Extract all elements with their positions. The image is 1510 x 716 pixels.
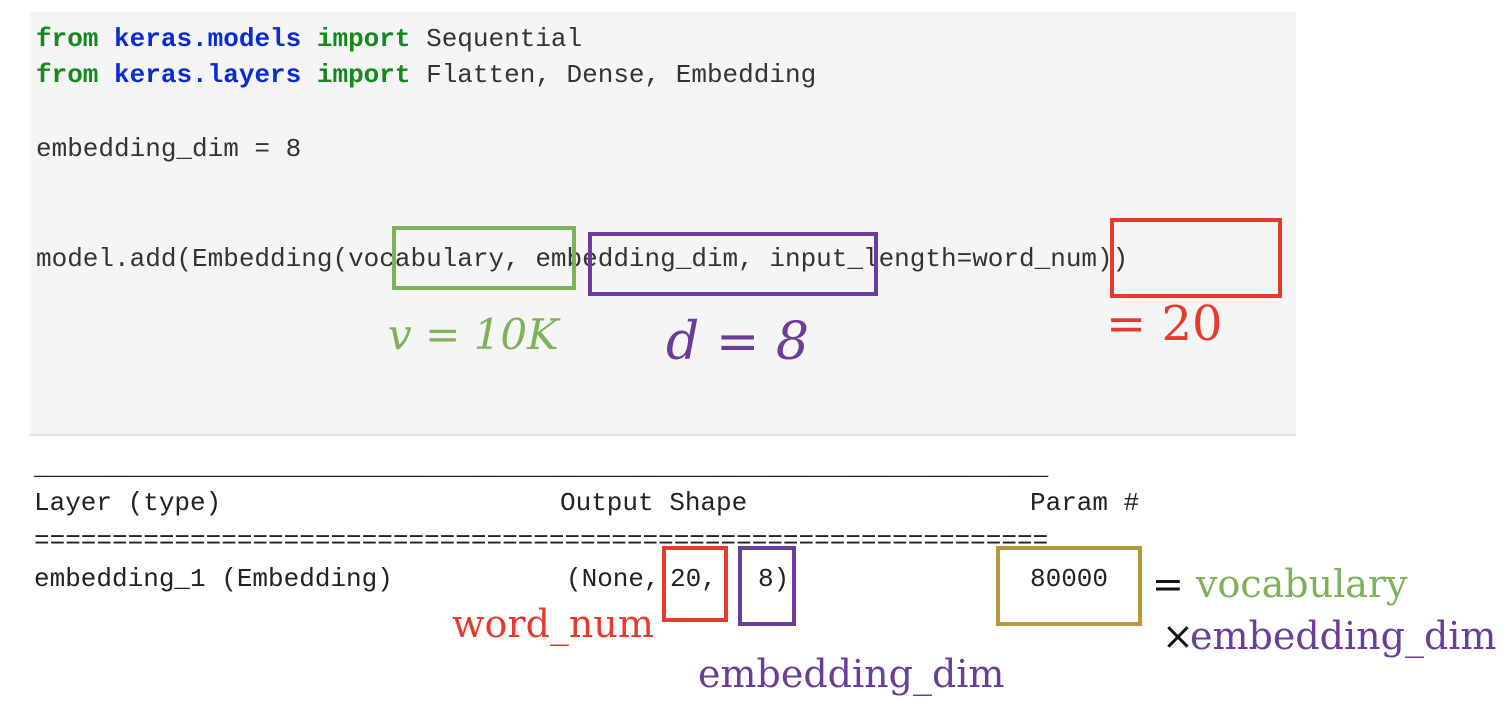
- summary-header-output: Output Shape: [560, 488, 748, 518]
- word-num-highlight-box: [1110, 218, 1282, 298]
- summary-eq-rule: ========================================…: [34, 526, 1049, 556]
- param-equals-sign: =: [1152, 562, 1184, 606]
- dim-label: d = 8: [666, 312, 809, 372]
- output-word-num-label: word_num: [452, 602, 654, 646]
- param-embedding-dim-label: embedding_dim: [1190, 614, 1497, 658]
- summary-top-rule: ________________________________________…: [34, 452, 1049, 482]
- module-name: keras.models: [114, 24, 302, 54]
- keyword-from: from: [36, 24, 99, 54]
- summary-header-param: Param #: [1030, 488, 1140, 518]
- code-line-1: from keras.models import Sequential: [36, 24, 582, 54]
- summary-row-layer: embedding_1 (Embedding): [34, 564, 393, 594]
- param-count-box: [996, 546, 1142, 626]
- vocab-size-label: v = 10K: [388, 310, 559, 359]
- module-name: keras.layers: [114, 60, 302, 90]
- code-line-3: embedding_dim = 8: [36, 134, 302, 164]
- param-vocabulary-label: vocabulary: [1196, 562, 1408, 606]
- output-embedding-dim-label: embedding_dim: [698, 652, 1005, 696]
- code-prefix: model.add(Embedding(: [36, 244, 349, 274]
- word-num-value-label: = 20: [1106, 296, 1223, 352]
- summary-row-output-open: (None,: [566, 564, 660, 594]
- summary-header-layer: Layer (type): [34, 488, 222, 518]
- import-names: Sequential: [410, 24, 583, 54]
- code-line-2: from keras.layers import Flatten, Dense,…: [36, 60, 816, 90]
- keyword-import: import: [316, 60, 411, 90]
- vocabulary-highlight-box: [392, 226, 576, 290]
- output-word-num-box: [662, 546, 728, 622]
- import-names: Flatten, Dense, Embedding: [410, 60, 817, 90]
- code-line-4: model.add(Embedding(vocabulary, embeddin…: [36, 244, 1128, 274]
- embedding-dim-highlight-box: [588, 232, 878, 296]
- arg-word-num: word_num: [972, 244, 1098, 274]
- output-embedding-dim-box: [738, 546, 796, 626]
- keyword-from: from: [36, 60, 99, 90]
- keyword-import: import: [316, 24, 411, 54]
